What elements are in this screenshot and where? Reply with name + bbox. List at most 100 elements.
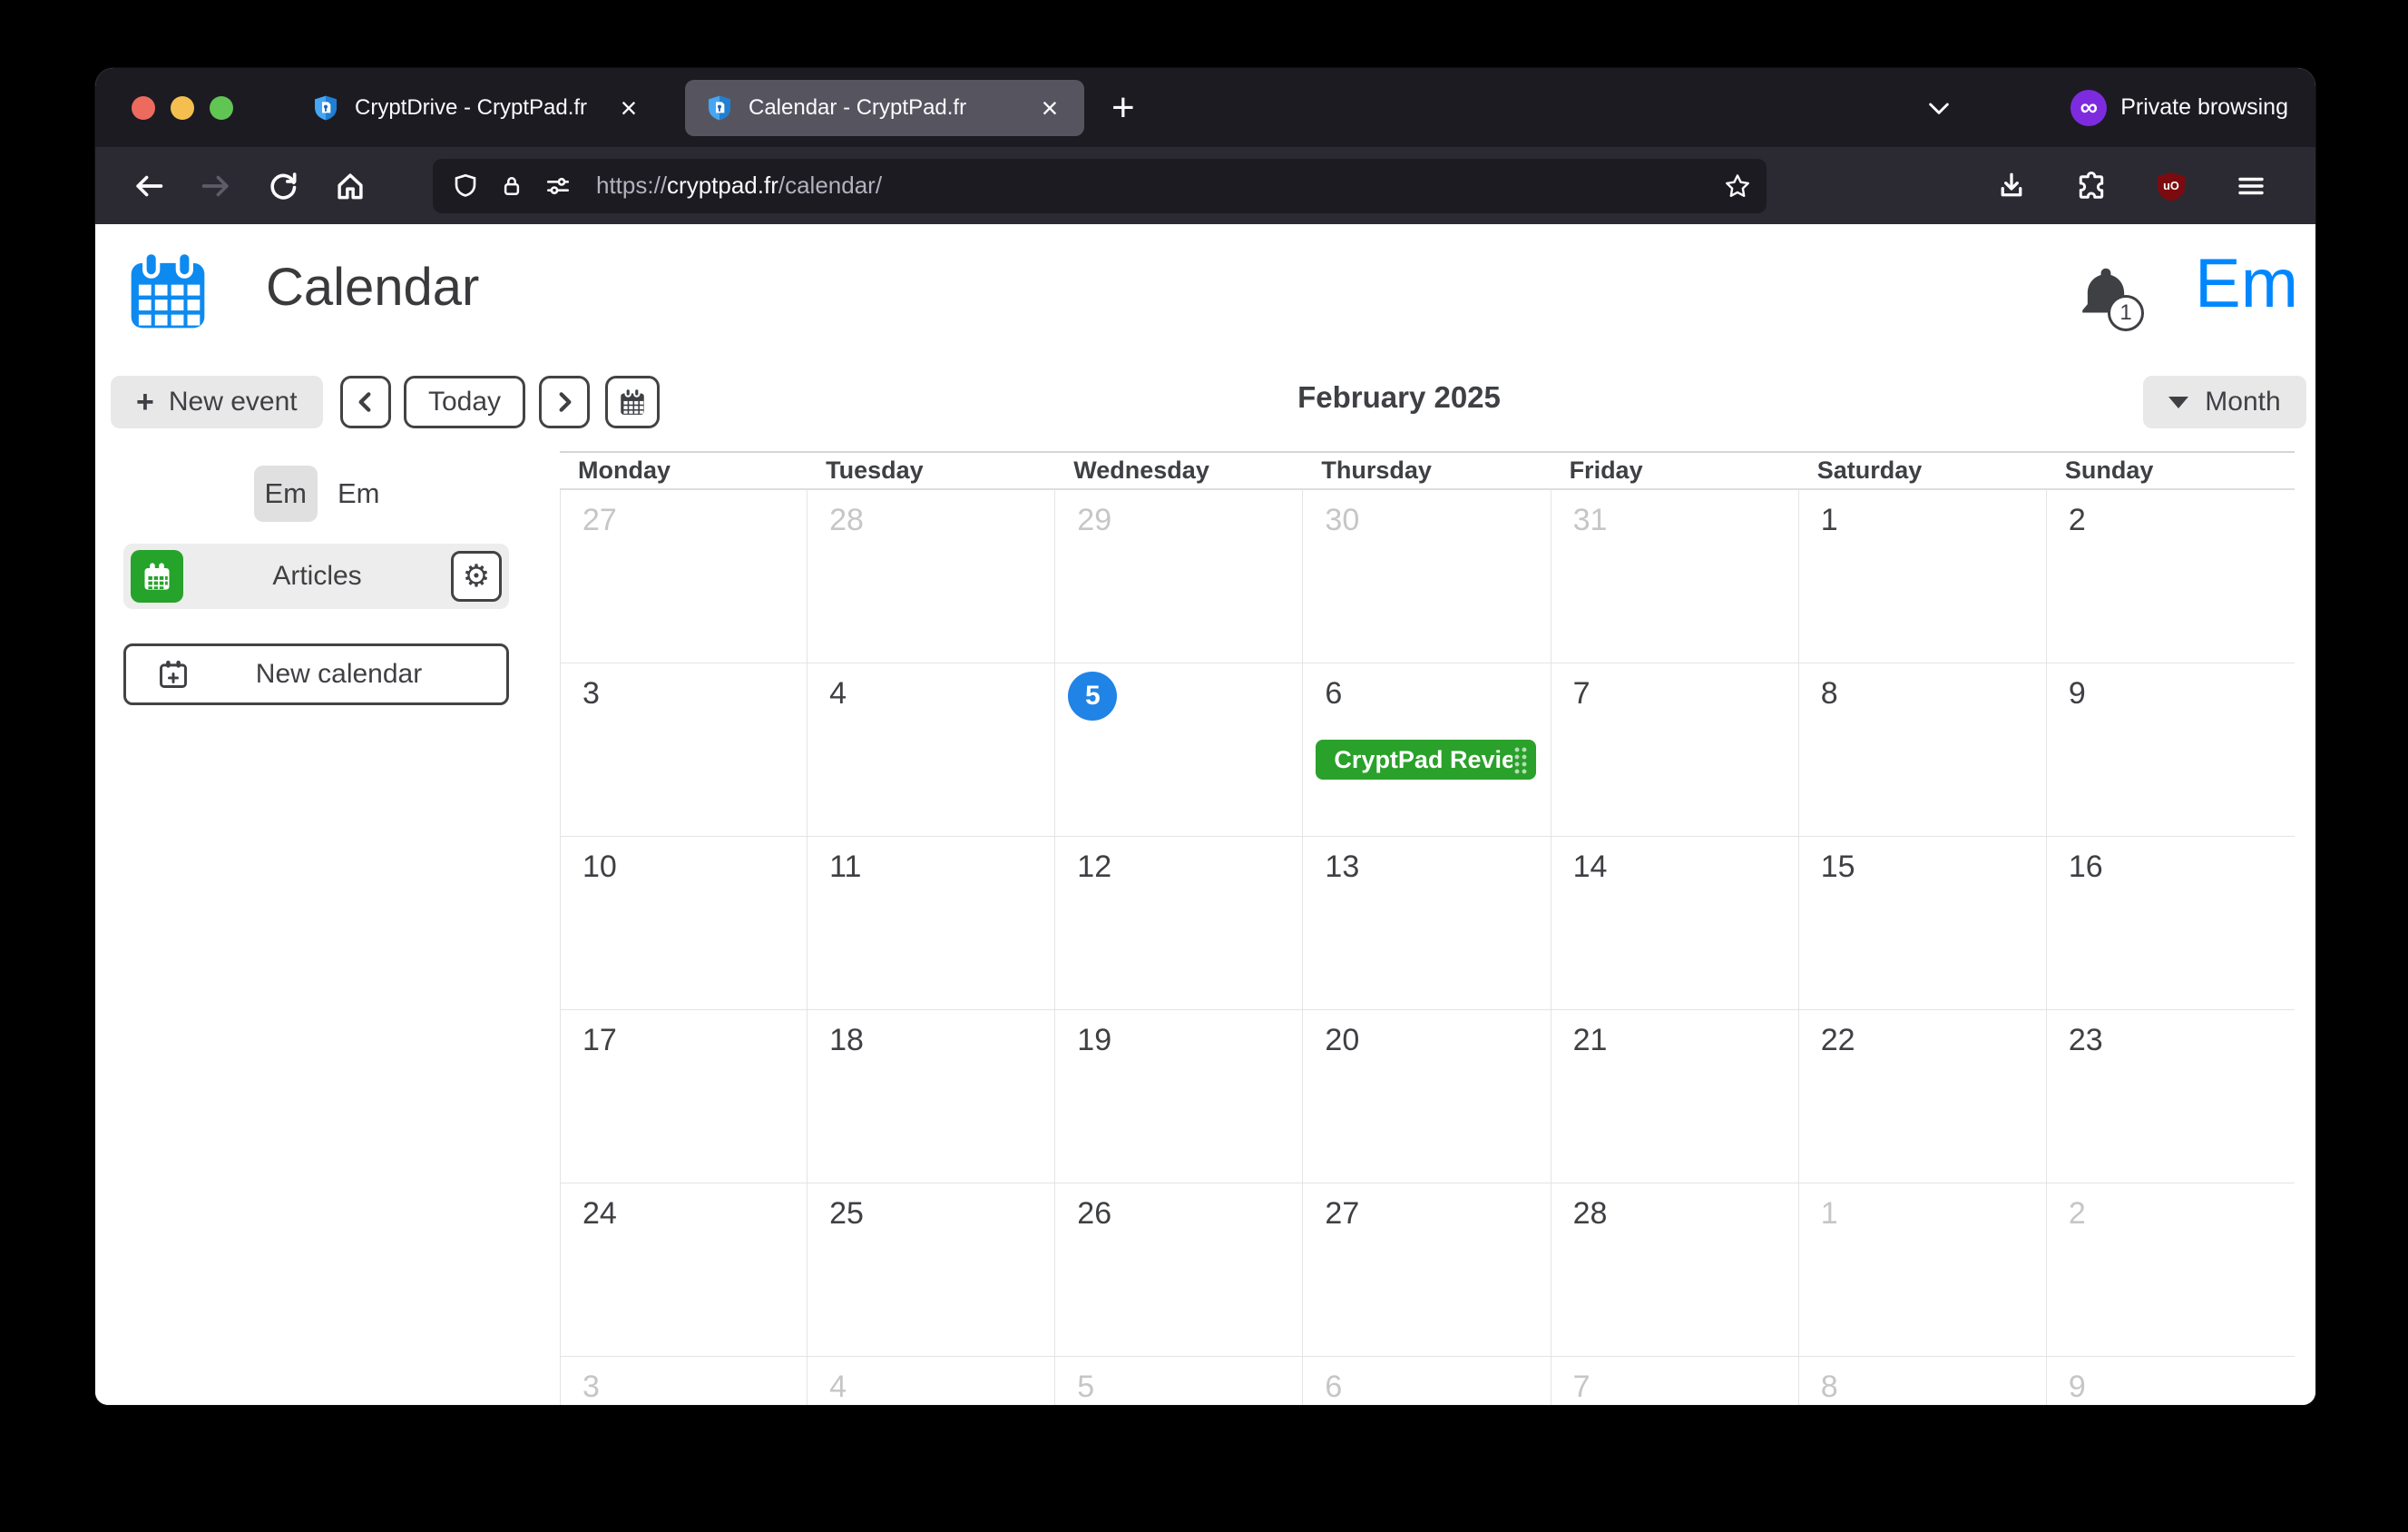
- calendar-day-cell[interactable]: 1: [1799, 490, 2047, 663]
- new-tab-button[interactable]: +: [1111, 88, 1135, 128]
- day-number: 7: [1573, 1370, 1591, 1404]
- window-close-button[interactable]: [132, 96, 155, 120]
- calendar-day-cell[interactable]: 25: [808, 1183, 1055, 1357]
- calendar-day-cell[interactable]: 8: [1799, 663, 2047, 837]
- calendar-owner-badges: Em Em: [120, 466, 514, 522]
- calendar-day-cell[interactable]: 11: [808, 837, 1055, 1010]
- day-number: 16: [2069, 849, 2103, 884]
- calendar-day-cell[interactable]: 26: [1055, 1183, 1303, 1357]
- calendar-day-cell[interactable]: 20: [1303, 1010, 1551, 1183]
- day-number: 2: [2069, 1196, 2086, 1231]
- calendar-day-cell[interactable]: 6: [1303, 1357, 1551, 1405]
- weekday-label: Friday: [1551, 457, 1799, 485]
- view-mode-dropdown[interactable]: Month: [2143, 376, 2306, 428]
- url-text[interactable]: https://cryptpad.fr/calendar/: [596, 172, 1705, 200]
- calendar-day-cell[interactable]: 9: [2047, 663, 2295, 837]
- tab-close-icon[interactable]: ×: [1030, 88, 1070, 128]
- calendar-day-cell[interactable]: 18: [808, 1010, 1055, 1183]
- calendar-day-cell[interactable]: 31: [1551, 490, 1799, 663]
- tracking-shield-icon[interactable]: [451, 172, 480, 201]
- calendar-day-cell[interactable]: 5: [1055, 1357, 1303, 1405]
- navigation-toolbar: https://cryptpad.fr/calendar/ uO: [95, 147, 2315, 224]
- extensions-puzzle-icon[interactable]: [2063, 158, 2119, 214]
- calendar-day-cell[interactable]: 4: [808, 1357, 1055, 1405]
- calendar-day-cell[interactable]: 29: [1055, 490, 1303, 663]
- forward-button[interactable]: [188, 158, 244, 214]
- calendar-day-cell[interactable]: 1: [1799, 1183, 2047, 1357]
- calendar-day-cell[interactable]: 15: [1799, 837, 2047, 1010]
- day-number: 25: [829, 1196, 864, 1231]
- calendar-day-cell[interactable]: 2: [2047, 1183, 2295, 1357]
- event-resize-handle-icon[interactable]: [1512, 745, 1529, 774]
- downloads-icon[interactable]: [1983, 158, 2040, 214]
- menu-hamburger-icon[interactable]: [2223, 158, 2279, 214]
- calendar-day-cell[interactable]: 2: [2047, 490, 2295, 663]
- gear-icon: ⚙: [463, 558, 490, 594]
- ublock-origin-icon[interactable]: uO: [2143, 158, 2199, 214]
- calendar-day-cell[interactable]: 21: [1551, 1010, 1799, 1183]
- calendar-day-cell[interactable]: 16: [2047, 837, 2295, 1010]
- calendar-day-cell[interactable]: 9: [2047, 1357, 2295, 1405]
- calendar-day-cell[interactable]: 10: [560, 837, 808, 1010]
- calendar-day-cell[interactable]: 17: [560, 1010, 808, 1183]
- calendar-day-cell[interactable]: 19: [1055, 1010, 1303, 1183]
- day-number: 3: [582, 676, 600, 711]
- calendar-day-cell[interactable]: 5: [1055, 663, 1303, 837]
- permissions-sliders-icon[interactable]: [543, 172, 573, 201]
- tab-title: CryptDrive - CryptPad.fr: [355, 95, 609, 121]
- calendar-day-cell[interactable]: 27: [1303, 1183, 1551, 1357]
- calendar-day-cell[interactable]: 23: [2047, 1010, 2295, 1183]
- tab-close-icon[interactable]: ×: [609, 88, 649, 128]
- day-number: 24: [582, 1196, 617, 1231]
- sidebar-calendar-articles[interactable]: Articles ⚙: [123, 544, 509, 609]
- calendar-day-cell[interactable]: 4: [808, 663, 1055, 837]
- event-bar[interactable]: CryptPad Review: [1316, 740, 1535, 780]
- calendar-day-cell[interactable]: 14: [1551, 837, 1799, 1010]
- day-number: 8: [1821, 676, 1838, 711]
- window-zoom-button[interactable]: [210, 96, 233, 120]
- calendar-day-cell[interactable]: 30: [1303, 490, 1551, 663]
- team-badge[interactable]: Em: [254, 466, 318, 522]
- calendar-day-cell[interactable]: 3: [560, 663, 808, 837]
- calendar-day-cell[interactable]: 28: [1551, 1183, 1799, 1357]
- day-number: 10: [582, 849, 617, 884]
- day-number: 28: [1573, 1196, 1608, 1231]
- reload-button[interactable]: [255, 158, 311, 214]
- day-number: 15: [1821, 849, 1855, 884]
- calendar-day-cell[interactable]: 28: [808, 490, 1055, 663]
- chevron-left-icon: [351, 388, 380, 417]
- tab-cryptdrive[interactable]: CryptDrive - CryptPad.fr ×: [291, 80, 663, 136]
- tab-calendar-active[interactable]: Calendar - CryptPad.fr ×: [685, 80, 1084, 136]
- calendar-day-cell[interactable]: 3: [560, 1357, 808, 1405]
- notifications-bell[interactable]: 1: [2079, 264, 2149, 340]
- calendar-app-icon: [128, 251, 208, 331]
- bookmark-star-icon[interactable]: [1723, 172, 1752, 201]
- calendar-day-cell[interactable]: 6CryptPad Review: [1303, 663, 1551, 837]
- calendar-day-cell[interactable]: 12: [1055, 837, 1303, 1010]
- calendar-day-cell[interactable]: 8: [1799, 1357, 2047, 1405]
- user-badge[interactable]: Em: [338, 477, 380, 510]
- day-number: 27: [582, 503, 617, 537]
- day-number: 23: [2069, 1023, 2103, 1057]
- url-bar[interactable]: https://cryptpad.fr/calendar/: [433, 159, 1767, 213]
- user-account-button[interactable]: Em: [2195, 244, 2298, 323]
- calendar-day-cell[interactable]: 24: [560, 1183, 808, 1357]
- calendar-day-cell[interactable]: 7: [1551, 1357, 1799, 1405]
- day-number: 4: [829, 1370, 847, 1404]
- back-button[interactable]: [121, 158, 177, 214]
- calendar-settings-button[interactable]: ⚙: [451, 551, 502, 602]
- day-number: 14: [1573, 849, 1608, 884]
- calendar-day-cell[interactable]: 27: [560, 490, 808, 663]
- calendar-day-cell[interactable]: 22: [1799, 1010, 2047, 1183]
- previous-month-button[interactable]: [340, 376, 391, 428]
- new-calendar-label: New calendar: [190, 659, 488, 690]
- calendar-day-cell[interactable]: 13: [1303, 837, 1551, 1010]
- calendar-day-cell[interactable]: 7: [1551, 663, 1799, 837]
- today-button[interactable]: Today: [404, 376, 525, 428]
- new-calendar-button[interactable]: New calendar: [123, 643, 509, 705]
- window-minimize-button[interactable]: [171, 96, 194, 120]
- tab-list-chevron-icon[interactable]: [1916, 85, 1962, 131]
- lock-icon[interactable]: [498, 172, 525, 200]
- new-event-button[interactable]: + New event: [111, 376, 323, 428]
- home-button[interactable]: [322, 158, 378, 214]
